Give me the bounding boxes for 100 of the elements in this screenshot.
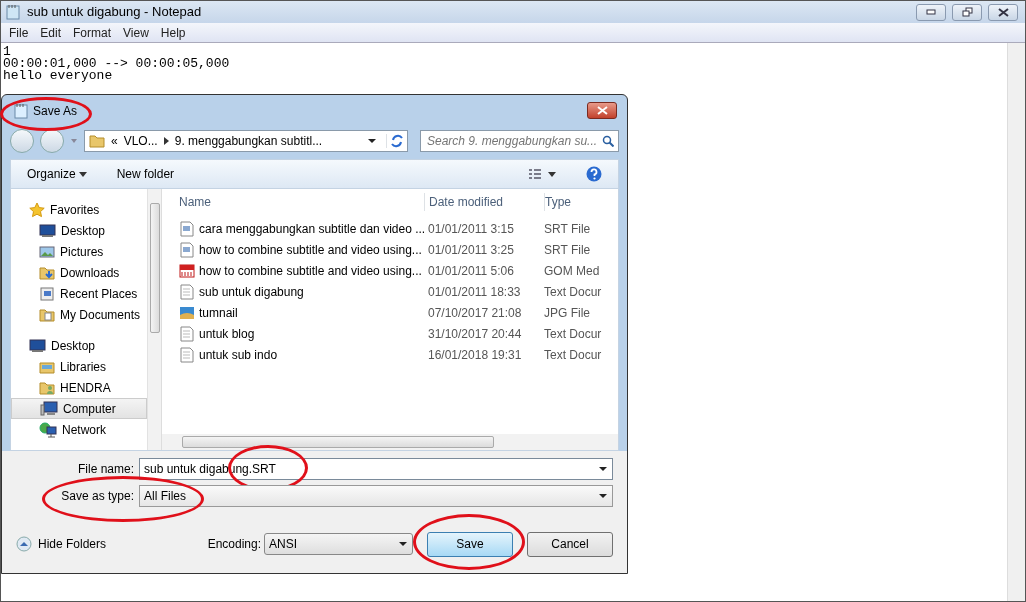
breadcrumb-chevron[interactable]: «	[111, 132, 118, 150]
minimize-button[interactable]	[916, 3, 946, 21]
table-cell-text: 01/01/2011 3:15	[427, 220, 515, 238]
table-cell-text: 01/01/2011 18:33	[427, 283, 522, 301]
text-line: hello everyone	[3, 70, 114, 82]
refresh-icon	[390, 134, 404, 148]
menu-item[interactable]: File	[3, 23, 35, 42]
file-name-cell[interactable]: how to combine subtitle and video using...	[162, 261, 424, 280]
file-name-cell[interactable]: how to combine subtitle and video using...	[162, 240, 424, 259]
toolbar-button[interactable]: New folder	[116, 165, 175, 183]
text-file-icon	[179, 283, 195, 300]
address-bar[interactable]: « VLO... 9. menggabungkan subtitl...	[84, 130, 408, 152]
documents-folder-icon	[39, 306, 55, 323]
caret-icon	[548, 171, 556, 177]
field-label: Encoding:	[207, 536, 261, 553]
notepad-icon	[14, 103, 28, 119]
text-file-icon	[179, 346, 195, 363]
separator-arrow-icon	[163, 137, 169, 145]
dialog-title: Save As	[33, 103, 78, 120]
dropdown-icon	[70, 138, 78, 144]
computer-icon	[40, 400, 58, 417]
table-cell-text: 07/10/2017 21:08	[427, 304, 523, 322]
toolbar-button[interactable]: Organize	[27, 165, 87, 183]
breadcrumb-item[interactable]: VLO...	[123, 132, 158, 150]
nav-item[interactable]: Pictures	[11, 241, 147, 262]
menu-item[interactable]: Edit	[34, 23, 68, 42]
file-name-cell[interactable]: untuk sub indo	[162, 345, 424, 364]
table-cell-text: Text Docur	[544, 283, 603, 301]
file-name-cell[interactable]: tumnail	[162, 303, 424, 322]
dropdown-icon	[398, 541, 408, 547]
field-label: File name:	[76, 460, 134, 478]
network-icon	[39, 421, 57, 438]
table-cell-text: JPG File	[544, 304, 591, 322]
document-icon	[179, 220, 195, 237]
nav-item[interactable]: My Documents	[11, 304, 147, 325]
close-icon	[596, 106, 608, 115]
forward-button[interactable]	[40, 129, 64, 153]
table-cell-text: 31/10/2017 20:44	[427, 325, 523, 343]
file-name-cell[interactable]: sub untuk digabung	[162, 282, 424, 301]
help-icon[interactable]	[586, 166, 602, 182]
file-type-dropdown[interactable]: All Files	[139, 484, 613, 507]
restore-button[interactable]	[952, 3, 982, 21]
table-cell-text: SRT File	[544, 241, 592, 259]
document-icon	[179, 241, 195, 258]
table-cell-text: Text Docur	[544, 325, 603, 343]
view-button[interactable]	[528, 168, 556, 180]
menu-item[interactable]: Help	[154, 23, 192, 42]
table-cell-text: SRT File	[544, 220, 592, 238]
column-header[interactable]: Date modified	[424, 193, 544, 211]
dropdown-icon	[598, 465, 608, 472]
dialog-button[interactable]: Cancel	[527, 531, 613, 557]
notepad-icon	[5, 4, 21, 20]
recent-places-icon	[39, 285, 55, 302]
view-list-icon	[528, 168, 542, 180]
menu-item[interactable]: View	[117, 23, 155, 42]
minimize-icon	[926, 9, 936, 15]
collapse-icon	[16, 536, 32, 552]
star-icon	[29, 201, 45, 218]
search-field[interactable]: Search 9. menggabungkan su...	[420, 130, 619, 152]
close-button[interactable]	[988, 3, 1018, 21]
table-cell-text: GOM Med	[544, 262, 601, 280]
caret-icon	[78, 171, 87, 177]
close-icon	[997, 7, 1009, 17]
column-header[interactable]: Type	[544, 193, 618, 211]
dropdown-icon	[367, 138, 377, 144]
text-file-icon	[179, 325, 195, 342]
media-file-icon	[179, 262, 195, 279]
table-cell-text: 16/01/2018 19:31	[427, 346, 523, 364]
nav-item[interactable]: Recent Places	[11, 283, 147, 304]
menu-item[interactable]: Format	[67, 23, 118, 42]
nav-item[interactable]: Computer	[11, 398, 147, 419]
dialog-button[interactable]: Save	[427, 531, 513, 557]
monitor-icon	[39, 223, 56, 238]
file-name-cell[interactable]: cara menggabungkan subtitle dan video ...	[162, 219, 424, 238]
folder-icon	[89, 133, 105, 149]
hide-folders-button[interactable]: Hide Folders	[16, 535, 107, 553]
breadcrumb-item[interactable]: 9. menggabungkan subtitl...	[174, 132, 323, 150]
encoding-dropdown[interactable]: ANSI	[264, 533, 413, 555]
text-line: 00:00:01,000 --> 00:00:05,000	[3, 58, 231, 70]
table-cell-text: 01/01/2011 5:06	[427, 262, 515, 280]
nav-item[interactable]: Downloads	[11, 262, 147, 283]
close-button[interactable]	[587, 102, 617, 119]
nav-item[interactable]: Desktop	[11, 220, 147, 241]
column-header[interactable]: Name	[162, 193, 424, 211]
nav-item[interactable]: Libraries	[11, 356, 147, 377]
field-label: Save as type:	[60, 487, 134, 505]
search-icon	[602, 135, 614, 147]
table-cell-text: Text Docur	[544, 346, 603, 364]
file-name-cell[interactable]: untuk blog	[162, 324, 424, 343]
table-cell-text: 01/01/2011 3:25	[427, 241, 515, 259]
download-folder-icon	[39, 264, 55, 281]
nav-item[interactable]: Desktop	[11, 335, 147, 356]
text-line: 1	[3, 46, 11, 58]
nav-item[interactable]: Network	[11, 419, 147, 440]
monitor-icon	[29, 338, 46, 353]
nav-item[interactable]: HENDRA	[11, 377, 147, 398]
pictures-icon	[39, 244, 55, 259]
user-folder-icon	[39, 379, 55, 396]
window-title: sub untuk digabung - Notepad	[27, 3, 203, 22]
nav-item[interactable]: Favorites	[11, 199, 147, 220]
